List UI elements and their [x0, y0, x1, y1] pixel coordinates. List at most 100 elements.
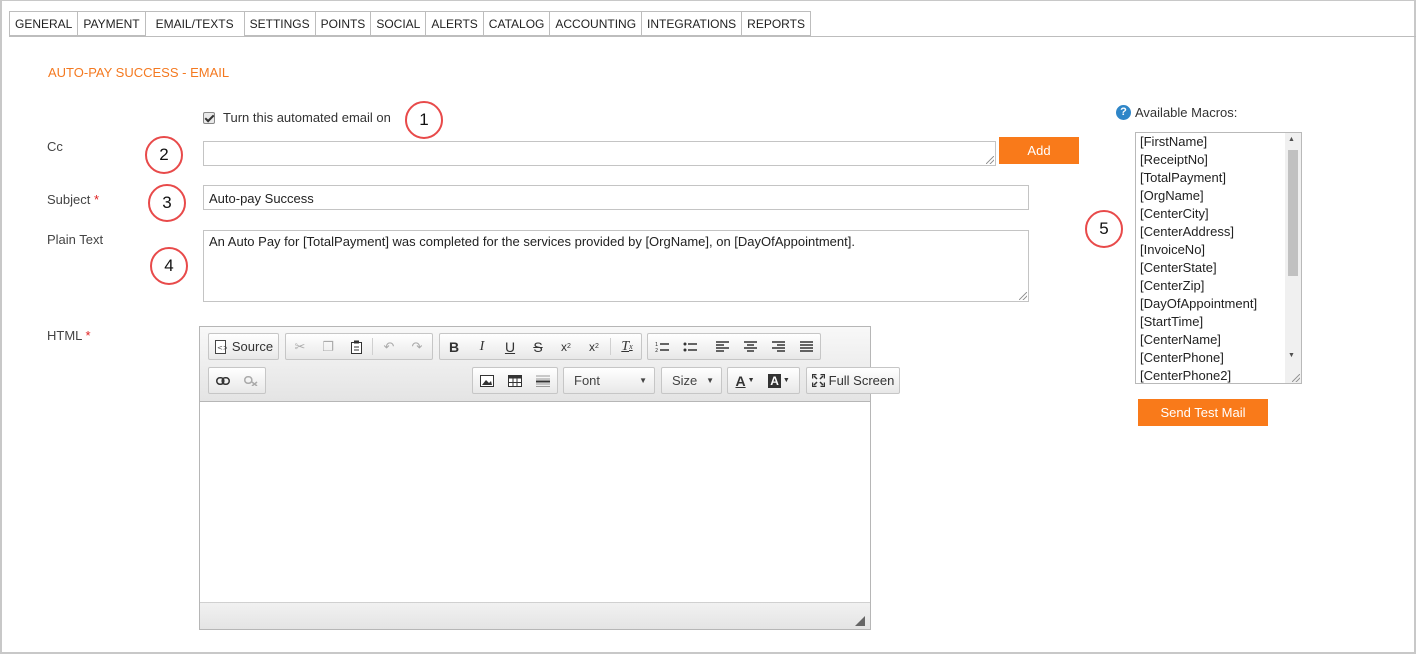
macro-item[interactable]: [ReceiptNo]: [1136, 151, 1301, 169]
macro-item[interactable]: [TotalPayment]: [1136, 169, 1301, 187]
resize-grip-icon[interactable]: [1292, 374, 1300, 382]
editor-footer: [200, 602, 870, 629]
source-label: Source: [231, 339, 274, 354]
macro-item[interactable]: [CenterPhone]: [1136, 349, 1301, 367]
tab-email-texts[interactable]: EMAIL/TEXTS: [144, 11, 244, 37]
callout-3: 3: [148, 184, 186, 222]
copy-icon[interactable]: ❐: [314, 334, 342, 359]
macro-list[interactable]: [FirstName] [ReceiptNo] [TotalPayment] […: [1135, 132, 1302, 384]
scroll-up-icon[interactable]: ▲: [1288, 136, 1295, 143]
horizontal-line-icon[interactable]: [529, 368, 557, 393]
macro-item[interactable]: [CenterAddress]: [1136, 223, 1301, 241]
send-test-mail-button[interactable]: Send Test Mail: [1138, 399, 1268, 426]
macro-item[interactable]: [CenterPhone2]: [1136, 367, 1301, 383]
tab-settings[interactable]: SETTINGS: [243, 11, 315, 36]
required-mark: *: [85, 328, 91, 343]
link-group: [208, 367, 266, 394]
macro-scrollbar[interactable]: ▲ ▼: [1285, 133, 1301, 383]
remove-format-icon[interactable]: Tx: [613, 334, 641, 359]
image-icon[interactable]: [473, 368, 501, 393]
numbered-list-icon[interactable]: 12: [648, 334, 676, 359]
tab-bar: GENERAL PAYMENT EMAIL/TEXTS SETTINGS POI…: [9, 11, 811, 37]
macro-item[interactable]: [CenterName]: [1136, 331, 1301, 349]
cut-icon[interactable]: ✂: [286, 334, 314, 359]
add-cc-button[interactable]: Add: [999, 137, 1079, 164]
align-right-icon[interactable]: [764, 334, 792, 359]
tab-general[interactable]: GENERAL: [9, 11, 78, 36]
callout-4: 4: [150, 247, 188, 285]
callout-2: 2: [145, 136, 183, 174]
macro-item[interactable]: [CenterZip]: [1136, 277, 1301, 295]
justify-icon[interactable]: [792, 334, 820, 359]
align-center-icon[interactable]: [736, 334, 764, 359]
format-group: B I U S x2 x2 Tx: [439, 333, 642, 360]
insert-group: [472, 367, 558, 394]
macro-item[interactable]: [CenterState]: [1136, 259, 1301, 277]
clipboard-group: ✂ ❐ ↶ ↷: [285, 333, 433, 360]
separator: [372, 338, 373, 355]
tab-catalog[interactable]: CATALOG: [482, 11, 550, 36]
macro-item[interactable]: [CenterCity]: [1136, 205, 1301, 223]
source-button[interactable]: <> Source: [209, 334, 278, 359]
table-icon[interactable]: [501, 368, 529, 393]
tab-social[interactable]: SOCIAL: [370, 11, 426, 36]
resize-grip-icon[interactable]: [986, 156, 994, 164]
tab-payment[interactable]: PAYMENT: [77, 11, 145, 36]
size-label: Size: [672, 373, 698, 388]
resize-grip-icon[interactable]: [1019, 292, 1027, 300]
superscript-icon[interactable]: x2: [580, 334, 608, 359]
tab-reports[interactable]: REPORTS: [741, 11, 811, 36]
plain-text-field[interactable]: An Auto Pay for [TotalPayment] was compl…: [203, 230, 1029, 302]
macro-item[interactable]: [FirstName]: [1136, 133, 1301, 151]
text-color-icon[interactable]: A ▼: [728, 368, 762, 393]
svg-text:<>: <>: [217, 344, 227, 352]
subscript-icon[interactable]: x2: [552, 334, 580, 359]
font-label: Font: [574, 373, 601, 388]
cc-field[interactable]: [203, 141, 996, 166]
tab-alerts[interactable]: ALERTS: [425, 11, 483, 36]
macros-heading-label: Available Macros:: [1135, 105, 1238, 120]
macro-item[interactable]: [InvoiceNo]: [1136, 241, 1301, 259]
resize-handle-icon[interactable]: [855, 616, 865, 626]
unlink-icon[interactable]: [237, 368, 265, 393]
scroll-thumb[interactable]: [1288, 150, 1298, 276]
email-toggle-row[interactable]: Turn this automated email on: [203, 110, 391, 125]
strikethrough-icon[interactable]: S: [524, 334, 552, 359]
font-dropdown[interactable]: Font ▼: [563, 367, 655, 394]
subject-field[interactable]: Auto-pay Success: [203, 185, 1029, 210]
link-icon[interactable]: [209, 368, 237, 393]
scroll-down-icon[interactable]: ▼: [1288, 352, 1295, 359]
macro-item[interactable]: [StartTime]: [1136, 313, 1301, 331]
tab-integrations[interactable]: INTEGRATIONS: [641, 11, 742, 36]
tab-points[interactable]: POINTS: [314, 11, 371, 36]
callout-5: 5: [1085, 210, 1123, 248]
macro-item[interactable]: [OrgName]: [1136, 187, 1301, 205]
fullscreen-button[interactable]: Full Screen: [807, 368, 899, 393]
macro-item[interactable]: [DayOfAppointment]: [1136, 295, 1301, 313]
plain-text-label: Plain Text: [47, 232, 104, 247]
macros-heading: ? Available Macros:: [1116, 105, 1237, 120]
background-color-icon[interactable]: A ▼: [762, 368, 796, 393]
align-left-icon[interactable]: [708, 334, 736, 359]
email-toggle-checkbox[interactable]: [203, 111, 215, 124]
size-dropdown[interactable]: Size ▼: [661, 367, 722, 394]
redo-icon[interactable]: ↷: [403, 334, 431, 359]
undo-icon[interactable]: ↶: [375, 334, 403, 359]
color-group: A ▼ A ▼: [727, 367, 800, 394]
tab-accounting[interactable]: ACCOUNTING: [549, 11, 642, 36]
subject-value: Auto-pay Success: [209, 191, 314, 206]
fullscreen-label: Full Screen: [828, 373, 895, 388]
editor-toolbar: <> Source ✂ ❐ ↶ ↷ B I U S x2 x2 Tx 1 2 F…: [200, 327, 900, 402]
italic-icon[interactable]: I: [468, 334, 496, 359]
section-title: AUTO-PAY SUCCESS - EMAIL: [48, 65, 230, 80]
bold-icon[interactable]: B: [440, 334, 468, 359]
underline-icon[interactable]: U: [496, 334, 524, 359]
separator: [610, 338, 611, 355]
help-icon[interactable]: ?: [1116, 105, 1131, 120]
editor-content-area[interactable]: [200, 403, 870, 602]
bulleted-list-icon[interactable]: [676, 334, 704, 359]
chevron-down-icon: ▼: [639, 376, 647, 385]
paste-icon[interactable]: [342, 334, 370, 359]
cc-label: Cc: [47, 139, 63, 154]
fullscreen-group: Full Screen: [806, 367, 900, 394]
